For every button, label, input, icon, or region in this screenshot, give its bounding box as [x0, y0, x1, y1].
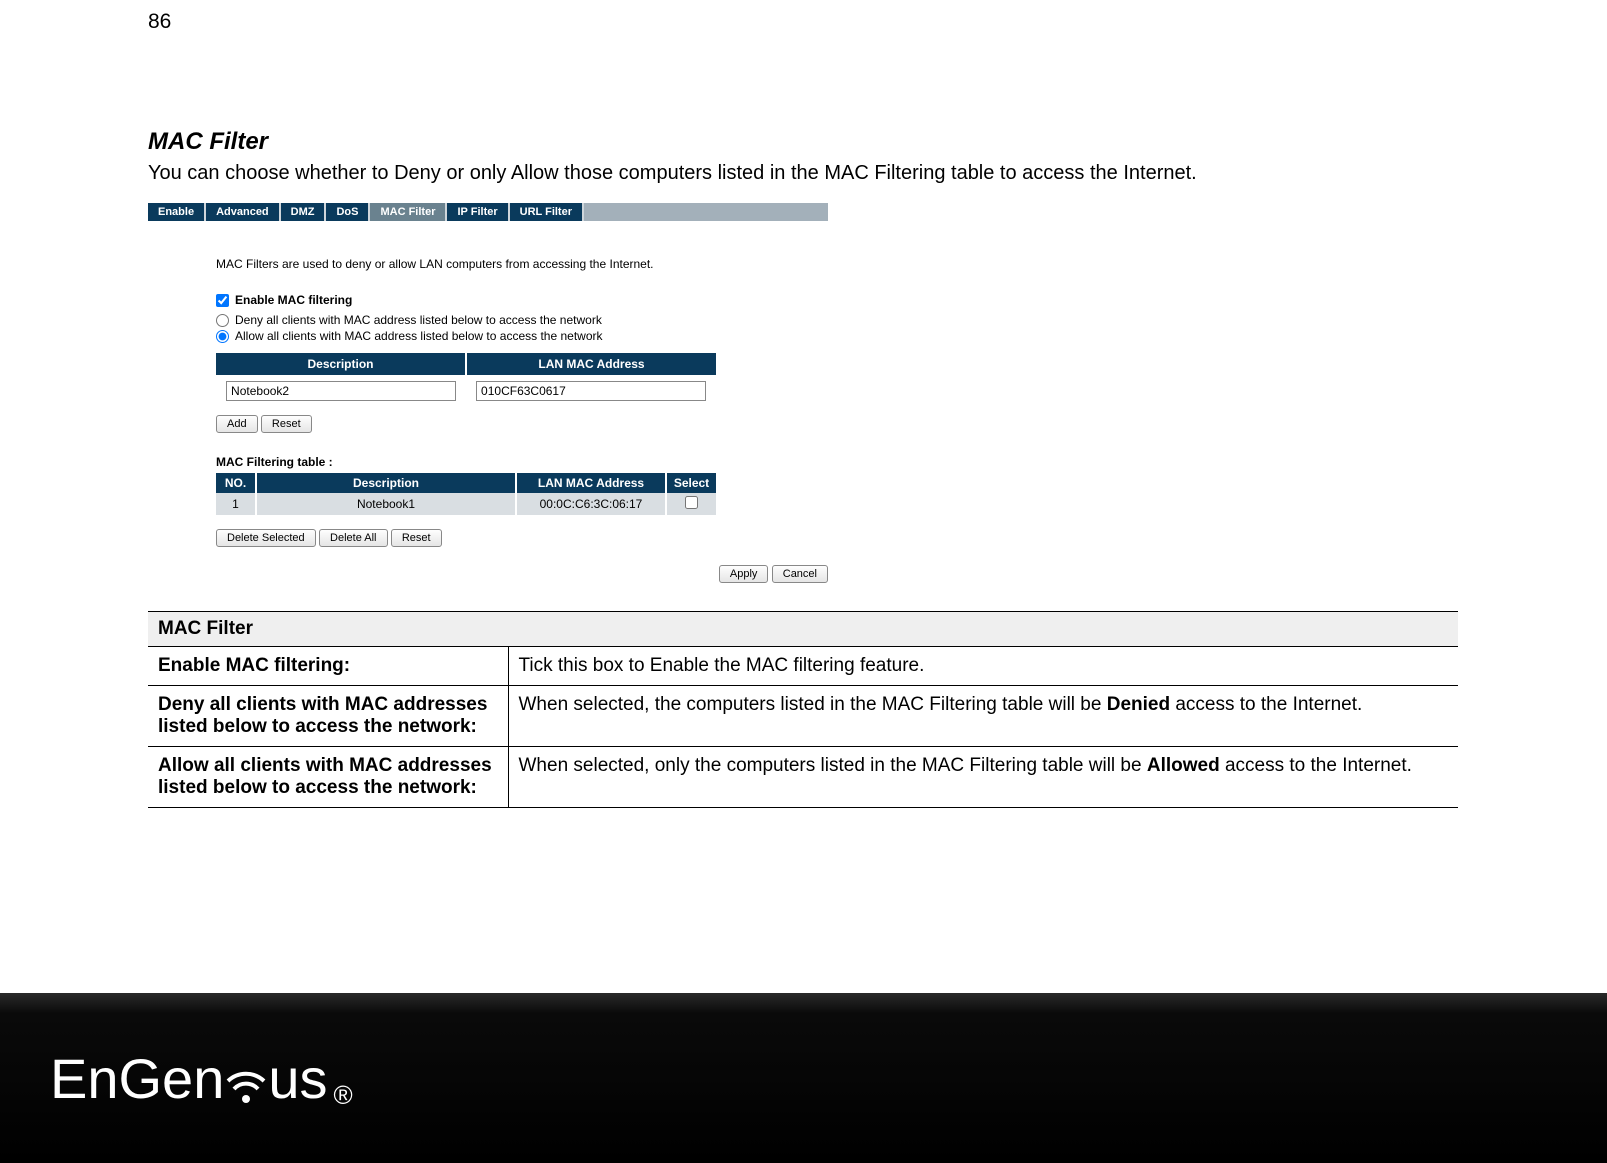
- brand-post: us: [268, 1046, 327, 1111]
- section-description: You can choose whether to Deny or only A…: [148, 162, 1458, 185]
- router-screenshot: Enable Advanced DMZ DoS MAC Filter IP Fi…: [148, 203, 828, 583]
- explain-header: MAC Filter: [148, 612, 1458, 647]
- wifi-icon: [226, 1055, 266, 1111]
- filter-th-mac: LAN MAC Address: [516, 473, 666, 493]
- explain-row3-left: Allow all clients with MAC addresses lis…: [148, 747, 508, 808]
- tab-url-filter[interactable]: URL Filter: [510, 203, 584, 221]
- table-row: 1 Notebook1 00:0C:C6:3C:06:17: [216, 493, 716, 515]
- deny-radio-label: Deny all clients with MAC address listed…: [235, 313, 602, 327]
- explain-row2-right: When selected, the computers listed in t…: [508, 686, 1458, 747]
- section-title: MAC Filter: [148, 128, 1458, 156]
- reset-table-button[interactable]: Reset: [391, 529, 442, 547]
- brand-logo: EnGen us®: [50, 1046, 353, 1111]
- tab-mac-filter[interactable]: MAC Filter: [370, 203, 447, 221]
- tab-enable[interactable]: Enable: [148, 203, 206, 221]
- filter-th-no: NO.: [216, 473, 256, 493]
- tab-dmz[interactable]: DMZ: [281, 203, 327, 221]
- filter-th-desc: Description: [256, 473, 516, 493]
- filter-table: NO. Description LAN MAC Address Select 1…: [216, 473, 716, 515]
- input-table: Description LAN MAC Address: [216, 353, 716, 407]
- explain-row2-left: Deny all clients with MAC addresses list…: [148, 686, 508, 747]
- allow-radio-label: Allow all clients with MAC address liste…: [235, 329, 603, 343]
- brand-pre: EnGen: [50, 1046, 224, 1111]
- enable-mac-label: Enable MAC filtering: [235, 293, 352, 307]
- enable-mac-checkbox[interactable]: [216, 294, 229, 307]
- delete-selected-button[interactable]: Delete Selected: [216, 529, 316, 547]
- page-number: 86: [148, 10, 171, 34]
- tab-advanced[interactable]: Advanced: [206, 203, 281, 221]
- reset-button[interactable]: Reset: [261, 415, 312, 433]
- mac-filter-note: MAC Filters are used to deny or allow LA…: [216, 257, 828, 271]
- row-select-checkbox[interactable]: [685, 496, 698, 509]
- description-input[interactable]: [226, 381, 456, 401]
- tab-bar: Enable Advanced DMZ DoS MAC Filter IP Fi…: [148, 203, 828, 221]
- tab-dos[interactable]: DoS: [326, 203, 370, 221]
- row-mac: 00:0C:C6:3C:06:17: [516, 493, 666, 515]
- row-no: 1: [216, 493, 256, 515]
- allow-radio[interactable]: [216, 330, 229, 343]
- explain-row3-right: When selected, only the computers listed…: [508, 747, 1458, 808]
- mac-address-input[interactable]: [476, 381, 706, 401]
- add-button[interactable]: Add: [216, 415, 258, 433]
- input-header-desc: Description: [216, 353, 466, 375]
- delete-all-button[interactable]: Delete All: [319, 529, 387, 547]
- tab-bar-spacer: [584, 203, 828, 221]
- filter-th-select: Select: [666, 473, 716, 493]
- row-desc: Notebook1: [256, 493, 516, 515]
- tab-ip-filter[interactable]: IP Filter: [447, 203, 509, 221]
- explain-row1-left: Enable MAC filtering:: [148, 647, 508, 686]
- content-area: MAC Filter You can choose whether to Den…: [148, 128, 1458, 808]
- cancel-button[interactable]: Cancel: [772, 565, 828, 583]
- filter-table-title: MAC Filtering table :: [216, 455, 828, 469]
- input-header-mac: LAN MAC Address: [466, 353, 716, 375]
- explanation-table: MAC Filter Enable MAC filtering: Tick th…: [148, 611, 1458, 808]
- explain-row1-right: Tick this box to Enable the MAC filterin…: [508, 647, 1458, 686]
- apply-button[interactable]: Apply: [719, 565, 769, 583]
- footer: EnGen us®: [0, 993, 1607, 1163]
- registered-icon: ®: [334, 1080, 353, 1111]
- deny-radio[interactable]: [216, 314, 229, 327]
